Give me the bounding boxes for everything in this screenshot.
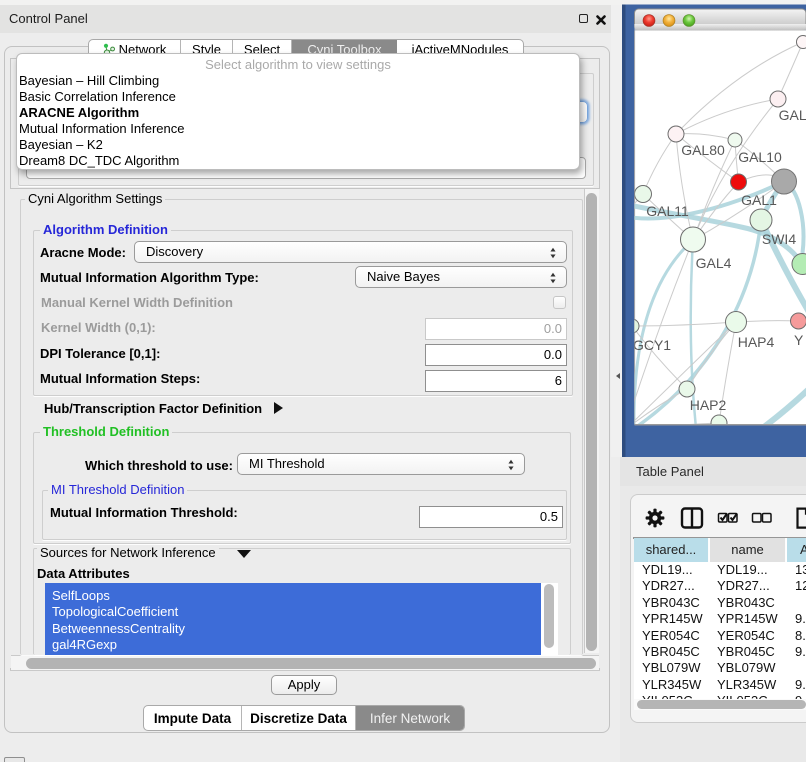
svg-text:GAL4: GAL4 — [696, 255, 732, 271]
svg-text:GAL11: GAL11 — [646, 203, 689, 219]
svg-text:GAL7: GAL7 — [779, 107, 806, 123]
svg-text:Y: Y — [794, 332, 804, 348]
svg-text:GAL1: GAL1 — [741, 192, 777, 208]
svg-text:HAP2: HAP2 — [690, 397, 727, 413]
svg-text:HAP4: HAP4 — [738, 334, 775, 350]
svg-text:GAL10: GAL10 — [738, 149, 782, 165]
svg-text:GAL80: GAL80 — [681, 142, 725, 158]
svg-text:SWI4: SWI4 — [762, 231, 796, 247]
svg-text:GCY1: GCY1 — [633, 337, 671, 353]
